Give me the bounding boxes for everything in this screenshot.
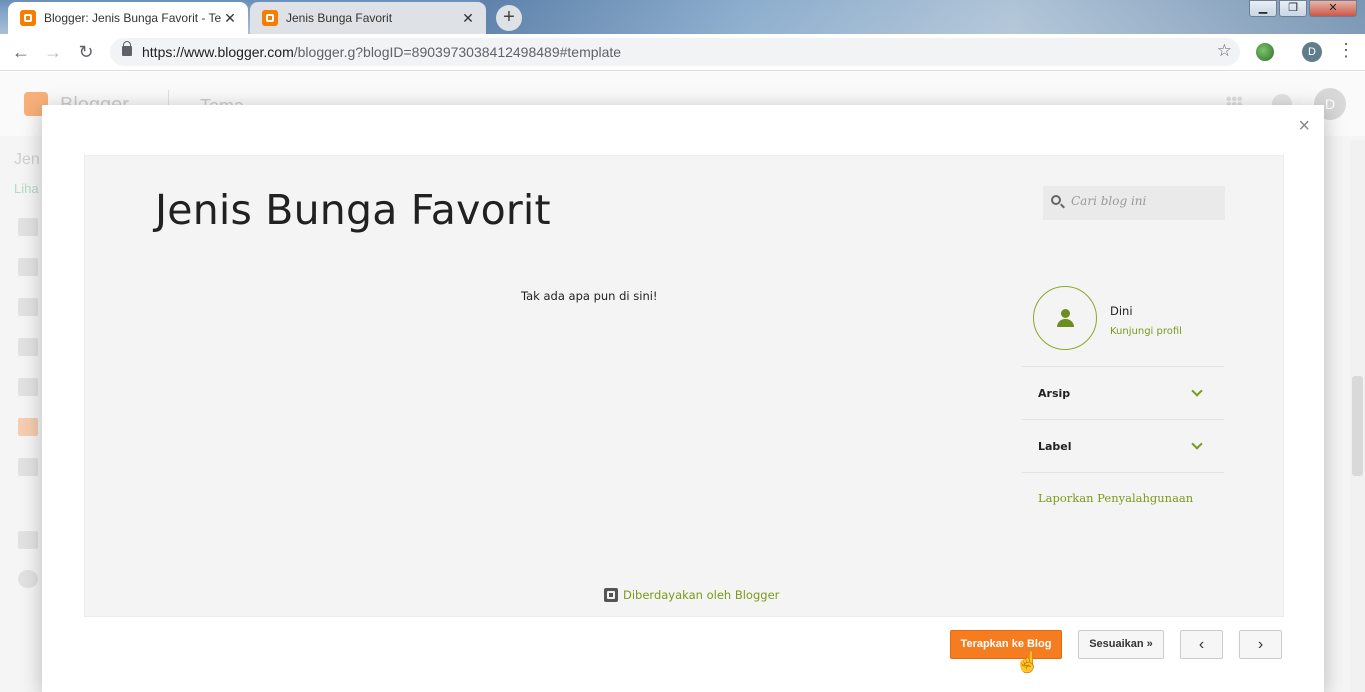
- layout-icon: [18, 378, 38, 396]
- titlebar-background: [480, 0, 1365, 34]
- scrollbar-thumb[interactable]: [1352, 376, 1363, 476]
- tab-title: Blogger: Jenis Bunga Favorit - Te: [44, 11, 222, 25]
- labels-widget-label[interactable]: Label: [1038, 440, 1072, 453]
- tab-close-icon[interactable]: ✕: [460, 10, 476, 27]
- search-icon: [1051, 195, 1061, 205]
- comments-icon: [18, 298, 38, 316]
- blog-name-fragment: Jen: [14, 151, 40, 168]
- browser-toolbar: ← → ↻ https://www.blogger.com/blogger.g?…: [0, 34, 1365, 71]
- hand-cursor-icon: ☝: [1015, 652, 1040, 674]
- theme-icon: [18, 418, 38, 436]
- page-scrollbar[interactable]: [1350, 140, 1365, 692]
- customize-button[interactable]: Sesuaikan »: [1078, 630, 1164, 659]
- maximize-button[interactable]: ❐: [1279, 0, 1307, 17]
- powered-by-blogger[interactable]: Diberdayakan oleh Blogger: [604, 588, 779, 602]
- apply-to-blog-button[interactable]: Terapkan ke Blog: [950, 630, 1062, 659]
- pages-icon: [18, 338, 38, 356]
- blog-preview-frame: Jenis Bunga Favorit Tak ada apa pun di s…: [84, 155, 1284, 617]
- browser-menu-icon[interactable]: ⋮: [1337, 40, 1355, 61]
- forward-arrow-icon[interactable]: →: [42, 42, 64, 63]
- sidebar-divider: [1022, 472, 1224, 473]
- blog-title: Jenis Bunga Favorit: [155, 186, 551, 234]
- back-arrow-icon[interactable]: ←: [10, 42, 32, 63]
- view-blog-fragment: Liha: [14, 181, 39, 196]
- url-path: /blogger.g?blogID=8903973038412498489#te…: [293, 44, 622, 60]
- sidebar-divider: [1022, 366, 1224, 367]
- theme-preview-dialog: × Jenis Bunga Favorit Tak ada apa pun di…: [42, 105, 1324, 692]
- lock-icon: [122, 41, 132, 56]
- visit-profile-link[interactable]: Kunjungi profil: [1110, 326, 1182, 337]
- archive-widget-label[interactable]: Arsip: [1038, 387, 1070, 400]
- close-window-button[interactable]: ✕: [1309, 0, 1357, 17]
- bookmark-star-icon[interactable]: ☆: [1217, 41, 1232, 61]
- url-host: https://www.blogger.com: [142, 44, 294, 60]
- report-abuse-link[interactable]: Laporkan Penyalahgunaan: [1038, 491, 1193, 505]
- settings-icon: [18, 458, 38, 476]
- empty-posts-message: Tak ada apa pun di sini!: [521, 289, 658, 303]
- chevron-down-icon[interactable]: [1191, 385, 1203, 397]
- blogger-favicon-icon: [262, 10, 278, 26]
- powered-by-text: Diberdayakan oleh Blogger: [623, 588, 780, 602]
- tab-blogger-template[interactable]: Blogger: Jenis Bunga Favorit - Te ✕: [8, 2, 248, 34]
- url-text[interactable]: https://www.blogger.com/blogger.g?blogID…: [142, 44, 621, 60]
- help-icon: [18, 570, 38, 588]
- extension-globe-icon[interactable]: [1256, 43, 1274, 61]
- profile-avatar-icon[interactable]: [1033, 286, 1097, 350]
- search-input[interactable]: [1071, 194, 1221, 208]
- close-icon[interactable]: ×: [1298, 115, 1310, 138]
- stats-icon: [18, 258, 38, 276]
- minimize-button[interactable]: ▁: [1249, 0, 1277, 17]
- blogger-favicon-icon: [20, 10, 36, 26]
- person-head-shape: [1061, 309, 1070, 318]
- address-bar[interactable]: https://www.blogger.com/blogger.g?blogID…: [110, 38, 1240, 66]
- next-theme-button[interactable]: ›: [1239, 630, 1282, 659]
- blog-search[interactable]: [1043, 186, 1225, 220]
- browser-titlebar: Blogger: Jenis Bunga Favorit - Te ✕ Jeni…: [0, 0, 1365, 34]
- previous-theme-button[interactable]: ‹: [1180, 630, 1223, 659]
- chevron-down-icon[interactable]: [1191, 438, 1203, 450]
- window-controls: ▁ ❐ ✕: [1247, 0, 1357, 17]
- tab-close-icon[interactable]: ✕: [222, 10, 238, 27]
- reading-list-icon: [18, 531, 38, 549]
- person-body-shape: [1057, 319, 1074, 327]
- posts-icon: [18, 218, 38, 236]
- new-tab-button[interactable]: +: [496, 5, 522, 31]
- profile-avatar[interactable]: D: [1302, 42, 1322, 62]
- tab-title: Jenis Bunga Favorit: [286, 11, 393, 25]
- sidebar-divider: [1022, 419, 1224, 420]
- profile-name: Dini: [1110, 304, 1133, 318]
- tab-blog-preview[interactable]: Jenis Bunga Favorit ✕: [250, 2, 486, 34]
- blogger-icon: [604, 588, 618, 602]
- reload-icon[interactable]: ↻: [75, 42, 97, 63]
